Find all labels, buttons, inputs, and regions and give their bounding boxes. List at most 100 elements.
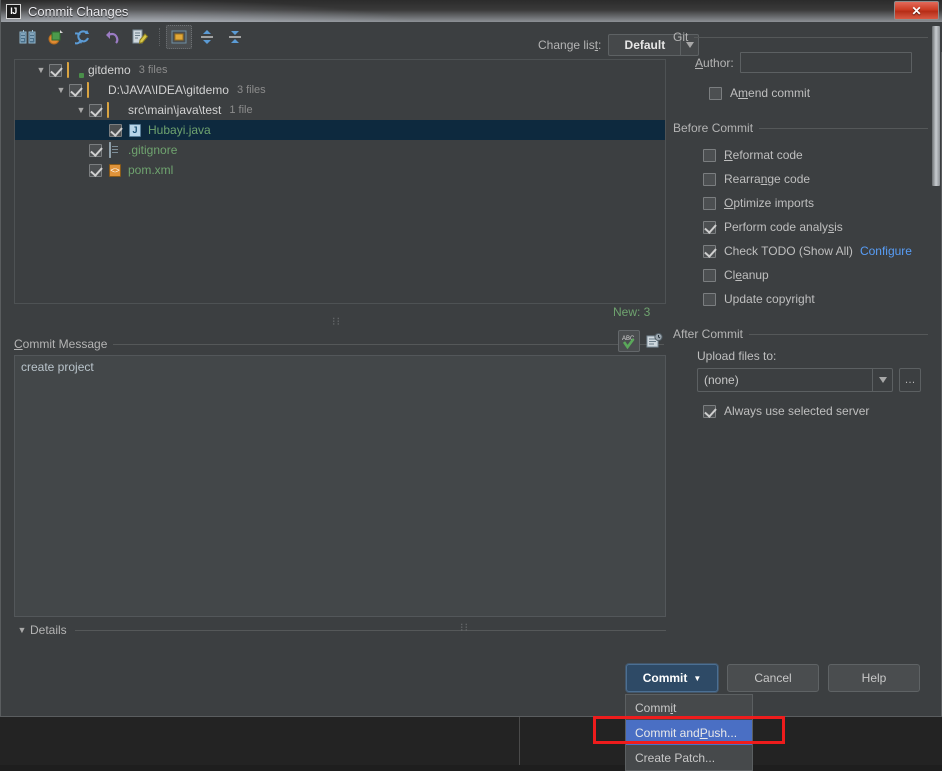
spellcheck-icon[interactable]: ABC — [618, 330, 640, 352]
toolbar-separator — [159, 28, 160, 46]
tree-item-label: D:\JAVA\IDEA\gitdemo — [108, 83, 229, 97]
rearrange-code-option[interactable]: Rearrange code — [703, 167, 928, 191]
configure-todo-link[interactable]: Configure — [860, 244, 912, 258]
reformat-code-option[interactable]: Reformat code — [703, 143, 928, 167]
always-use-server-option[interactable]: Always use selected server — [703, 399, 928, 423]
tree-item-count: 3 files — [139, 64, 168, 76]
section-rule — [113, 344, 664, 345]
perform-code-analysis-label: Perform code analysis — [724, 220, 843, 234]
splitter-handle-top[interactable]: ⁝⁝ — [332, 319, 341, 325]
details-section[interactable]: ▼ Details — [14, 622, 666, 638]
cleanup-option[interactable]: Cleanup — [703, 263, 928, 287]
tree-item-count: 3 files — [237, 84, 266, 96]
tree-item-label: pom.xml — [128, 163, 173, 177]
help-button[interactable]: Help — [828, 664, 920, 692]
author-row: Author: — [695, 52, 928, 73]
expand-twisty-icon[interactable]: ▼ — [53, 85, 69, 95]
commit-button-label: Commit — [643, 671, 688, 685]
table-row[interactable]: . <> pom.xml — [15, 160, 665, 180]
revert-changes-icon[interactable] — [43, 25, 69, 49]
table-row[interactable]: . .gitignore — [15, 140, 665, 160]
tree-item-label: Hubayi.java — [148, 123, 211, 137]
commit-button[interactable]: Commit ▼ — [626, 664, 718, 692]
upload-target-combobox[interactable]: (none) — [697, 368, 893, 392]
rearrange-code-checkbox[interactable] — [703, 173, 716, 186]
folder-git-icon — [67, 63, 84, 78]
tree-item-label: gitdemo — [88, 63, 131, 77]
splitter-handle-bottom[interactable]: ⁝⁝ — [460, 625, 469, 631]
author-field[interactable] — [740, 52, 912, 73]
text-file-icon — [107, 143, 124, 158]
commit-options-panel: Git Author: Amend commit Before Commit R… — [673, 30, 928, 450]
table-row[interactable]: ▼ D:\JAVA\IDEA\gitdemo 3 files — [15, 80, 665, 100]
show-diff-icon[interactable] — [15, 25, 41, 49]
tree-item-label: src\main\java\test — [128, 103, 221, 117]
expand-twisty-icon: . — [73, 165, 89, 175]
cancel-button[interactable]: Cancel — [727, 664, 819, 692]
section-rule — [694, 37, 928, 38]
commit-dropdown-menu: Commit Commit and Push... Create Patch..… — [625, 694, 753, 771]
expand-twisty-icon: . — [73, 145, 89, 155]
file-checkbox[interactable] — [109, 124, 122, 137]
scrollbar-thumb[interactable] — [932, 26, 940, 186]
expand-all-icon[interactable] — [194, 25, 220, 49]
upload-files-label: Upload files to: — [697, 349, 928, 363]
menu-item-create-patch[interactable]: Create Patch... — [626, 745, 752, 770]
message-history-icon[interactable] — [644, 331, 664, 351]
commit-message-input[interactable]: create project — [14, 355, 666, 617]
file-checkbox[interactable] — [89, 104, 102, 117]
before-commit-title: Before Commit — [673, 121, 753, 135]
check-todo-checkbox[interactable] — [703, 245, 716, 258]
upload-target-value: (none) — [698, 373, 872, 387]
refresh-icon[interactable] — [71, 25, 97, 49]
optimize-imports-label: Optimize imports — [724, 196, 814, 210]
upload-target-row: (none) … — [697, 368, 928, 392]
options-scrollbar[interactable] — [930, 26, 941, 424]
rollback-icon[interactable] — [99, 25, 125, 49]
chevron-down-icon: ▼ — [693, 674, 701, 683]
table-row[interactable]: ▼ gitdemo 3 files — [15, 60, 665, 80]
always-use-server-label: Always use selected server — [724, 404, 869, 418]
commit-message-tools: ABC — [618, 330, 664, 352]
browse-servers-button[interactable]: … — [899, 368, 921, 392]
reformat-code-checkbox[interactable] — [703, 149, 716, 162]
update-copyright-option[interactable]: Update copyright — [703, 287, 928, 311]
update-copyright-checkbox[interactable] — [703, 293, 716, 306]
java-file-icon: J — [127, 123, 144, 138]
expand-twisty-icon: \u25bc — [93, 125, 109, 135]
group-by-directory-icon[interactable] — [166, 25, 192, 49]
xml-file-icon: <> — [107, 163, 124, 178]
table-row[interactable]: \u25bc J Hubayi.java — [15, 120, 665, 140]
changed-files-tree[interactable]: ▼ gitdemo 3 files ▼ D:\JAVA\IDEA\gitdemo… — [14, 59, 666, 304]
desktop-divider — [519, 712, 520, 765]
optimize-imports-option[interactable]: Optimize imports — [703, 191, 928, 215]
cleanup-checkbox[interactable] — [703, 269, 716, 282]
menu-item-commit[interactable]: Commit — [626, 695, 752, 720]
perform-code-analysis-option[interactable]: Perform code analysis — [703, 215, 928, 239]
close-icon[interactable]: ✕ — [894, 1, 939, 20]
menu-item-commit-and-push[interactable]: Commit and Push... — [626, 720, 752, 745]
always-use-server-checkbox[interactable] — [703, 405, 716, 418]
file-checkbox[interactable] — [49, 64, 62, 77]
check-todo-option[interactable]: Check TODO (Show All) Configure — [703, 239, 928, 263]
expand-twisty-icon[interactable]: ▼ — [33, 65, 49, 75]
amend-commit-option[interactable]: Amend commit — [709, 81, 928, 105]
amend-commit-label: Amend commit — [730, 86, 810, 100]
window-title: Commit Changes — [28, 4, 128, 19]
edit-source-icon[interactable] — [127, 25, 153, 49]
author-label: Author: — [695, 56, 734, 70]
tree-item-count: 1 file — [229, 104, 252, 116]
file-checkbox[interactable] — [89, 164, 102, 177]
collapse-all-icon[interactable] — [222, 25, 248, 49]
chevron-down-icon[interactable]: ▼ — [14, 625, 30, 635]
expand-twisty-icon[interactable]: ▼ — [73, 105, 89, 115]
git-group-header: Git — [673, 30, 928, 44]
file-checkbox[interactable] — [69, 84, 82, 97]
file-checkbox[interactable] — [89, 144, 102, 157]
amend-commit-checkbox[interactable] — [709, 87, 722, 100]
chevron-down-icon[interactable] — [872, 369, 892, 391]
check-todo-label: Check TODO (Show All) — [724, 244, 853, 258]
table-row[interactable]: ▼ src\main\java\test 1 file — [15, 100, 665, 120]
perform-code-analysis-checkbox[interactable] — [703, 221, 716, 234]
optimize-imports-checkbox[interactable] — [703, 197, 716, 210]
